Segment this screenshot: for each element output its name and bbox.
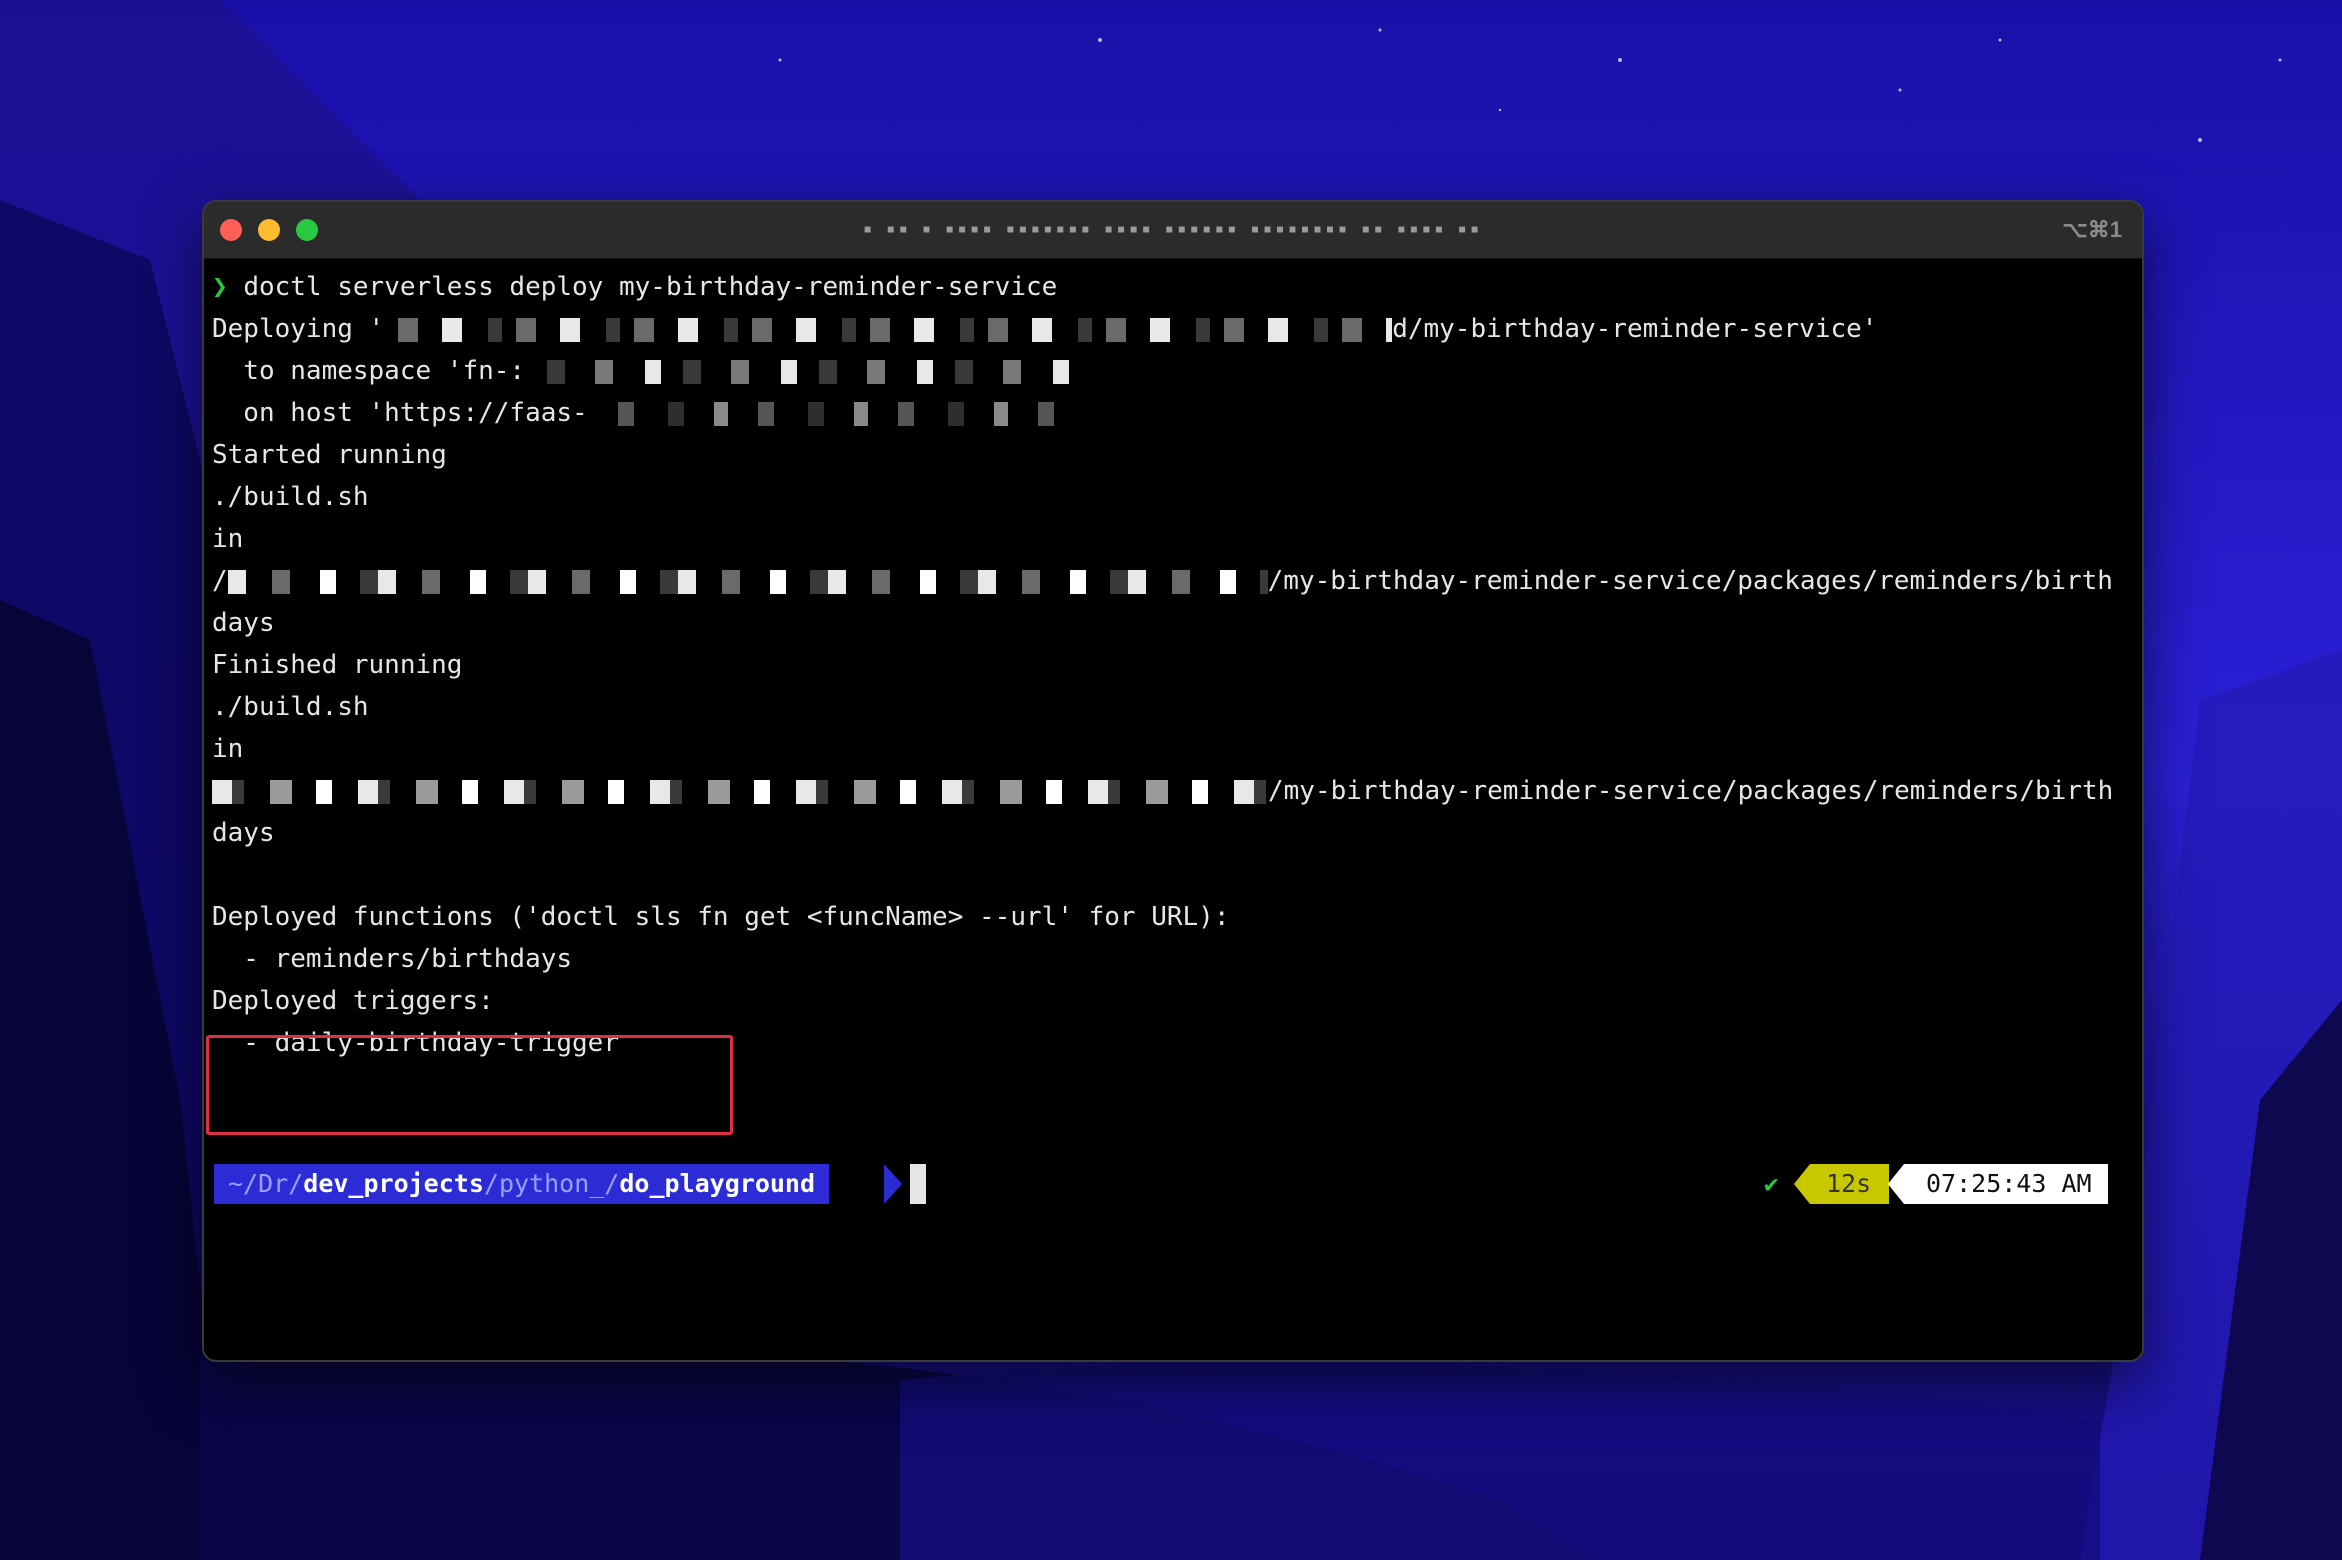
redacted-block bbox=[384, 317, 1393, 342]
command-duration: 12s bbox=[1810, 1164, 1890, 1204]
output-tail: /my-birthday-reminder-service/packages/r… bbox=[1268, 776, 2114, 806]
output-line: Deployed triggers: bbox=[212, 986, 494, 1016]
title-bar: ▪ ▪▪ ▪ ▪▪▪▪ ▪▪▪▪▪▪▪ ▪▪▪▪ ▪▪▪▪▪▪ ▪▪▪▪▪▪▪▪… bbox=[204, 202, 2142, 259]
output-line: Started running bbox=[212, 440, 447, 470]
output-line: / /my-birthday-reminder-service/packages/… bbox=[212, 560, 2134, 602]
clock-arrow-icon bbox=[1888, 1164, 1904, 1204]
redacted-block bbox=[212, 779, 1268, 804]
output-line: days bbox=[212, 608, 275, 638]
output-line: ./build.sh bbox=[212, 692, 369, 722]
redacted-block bbox=[587, 401, 1068, 426]
status-check-icon: ✔ bbox=[1764, 1170, 1779, 1198]
triggers-highlight-box bbox=[206, 1035, 733, 1135]
output-line: to namespace 'fn-: bbox=[212, 350, 2134, 392]
prompt-arrow-icon: ❯ bbox=[212, 272, 244, 302]
tab-shortcut: ⌥⌘1 bbox=[2062, 217, 2122, 242]
path-prefix: ~/Dr/ bbox=[228, 1169, 304, 1198]
command-text: doctl serverless deploy my-birthday-remi… bbox=[243, 272, 1058, 302]
output-line: in bbox=[212, 734, 244, 764]
terminal-window: ▪ ▪▪ ▪ ▪▪▪▪ ▪▪▪▪▪▪▪ ▪▪▪▪ ▪▪▪▪▪▪ ▪▪▪▪▪▪▪▪… bbox=[202, 200, 2144, 1362]
shell-prompt: ~/Dr/dev_projects/python_/do_playground … bbox=[212, 1164, 2118, 1204]
command-line: ❯ doctl serverless deploy my-birthday-re… bbox=[212, 266, 2134, 308]
prompt-clock: 07:25:43 AM bbox=[1904, 1164, 2108, 1204]
output-line: days bbox=[212, 818, 275, 848]
window-title: ▪ ▪▪ ▪ ▪▪▪▪ ▪▪▪▪▪▪▪ ▪▪▪▪ ▪▪▪▪▪▪ ▪▪▪▪▪▪▪▪… bbox=[863, 216, 1483, 243]
output-line: Finished running bbox=[212, 650, 463, 680]
terminal-output[interactable]: ❯ doctl serverless deploy my-birthday-re… bbox=[204, 258, 2142, 1360]
redacted-block bbox=[227, 569, 1268, 594]
output-text: to namespace 'fn-: bbox=[212, 356, 526, 386]
text-cursor[interactable] bbox=[910, 1164, 926, 1204]
output-text: Deploying ' bbox=[212, 314, 385, 344]
output-text: / bbox=[212, 566, 228, 596]
output-line: /my-birthday-reminder-service/packages/r… bbox=[212, 770, 2134, 812]
output-text: on host 'https://faas- bbox=[212, 398, 588, 428]
output-line: Deploying ' d/my-birthday-reminder-servic… bbox=[212, 308, 2134, 350]
output-line: in bbox=[212, 524, 244, 554]
output-line: ./build.sh bbox=[212, 482, 369, 512]
redacted-block bbox=[525, 359, 1086, 384]
prompt-path-arrow-icon bbox=[884, 1164, 902, 1204]
path-segment: /python_/ bbox=[483, 1169, 620, 1198]
output-line: Deployed functions ('doctl sls fn get <f… bbox=[212, 902, 1230, 932]
path-segment: dev_projects bbox=[303, 1169, 484, 1198]
duration-arrow-icon bbox=[1794, 1164, 1810, 1204]
output-line: - reminders/birthdays bbox=[212, 944, 573, 974]
output-tail: d/my-birthday-reminder-service' bbox=[1392, 314, 1878, 344]
path-current-dir: do_playground bbox=[619, 1169, 816, 1198]
output-tail: /my-birthday-reminder-service/packages/r… bbox=[1267, 566, 2113, 596]
output-line: on host 'https://faas- bbox=[212, 392, 2134, 434]
prompt-path: ~/Dr/dev_projects/python_/do_playground bbox=[214, 1164, 830, 1204]
